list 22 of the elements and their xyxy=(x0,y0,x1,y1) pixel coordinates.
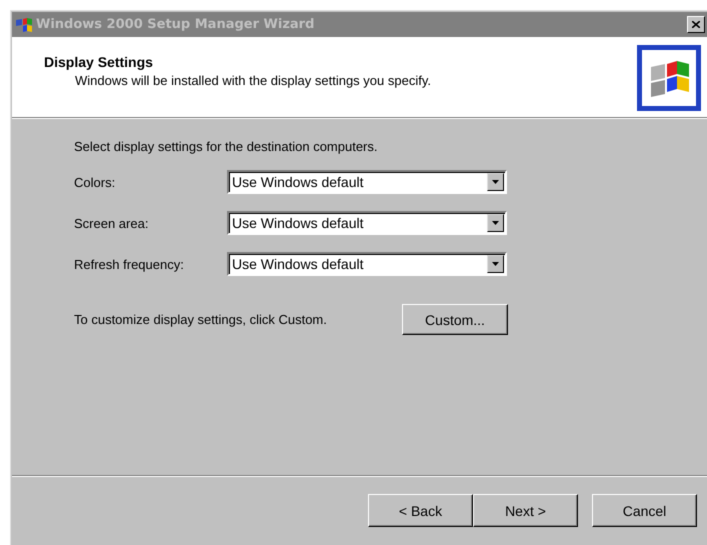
dropdown[interactable]: Use Windows default xyxy=(227,170,507,194)
window-title: Windows 2000 Setup Manager Wizard xyxy=(36,17,316,32)
windows-flag-icon xyxy=(637,45,701,111)
page-subtitle: Windows will be installed with the display settings you specify. xyxy=(75,73,432,88)
instruction-text: Select display settings for the destination computers. xyxy=(74,139,378,154)
dropdown-arrow-icon xyxy=(492,180,499,184)
custom-hint-text: To customize display settings, click Custom. xyxy=(74,312,328,327)
wizard-button[interactable]: < Back xyxy=(368,494,473,527)
close-icon xyxy=(692,21,700,28)
dropdown[interactable]: Use Windows default xyxy=(227,252,507,276)
dropdown-arrow-icon xyxy=(492,262,499,266)
dropdown[interactable]: Use Windows default xyxy=(227,211,507,235)
setting-label: Screen area: xyxy=(74,216,150,230)
wizard-button[interactable]: Cancel xyxy=(592,494,697,527)
windows-logo-icon xyxy=(15,16,33,32)
wizard-button[interactable]: Next > xyxy=(473,494,578,527)
custom-button[interactable]: Custom... xyxy=(402,304,508,335)
dropdown-arrow-icon xyxy=(492,221,499,225)
page-title: Display Settings xyxy=(44,54,154,70)
setting-label: Colors: xyxy=(74,174,116,190)
close-button[interactable] xyxy=(687,16,705,33)
setting-label: Refresh frequency: xyxy=(74,256,185,272)
